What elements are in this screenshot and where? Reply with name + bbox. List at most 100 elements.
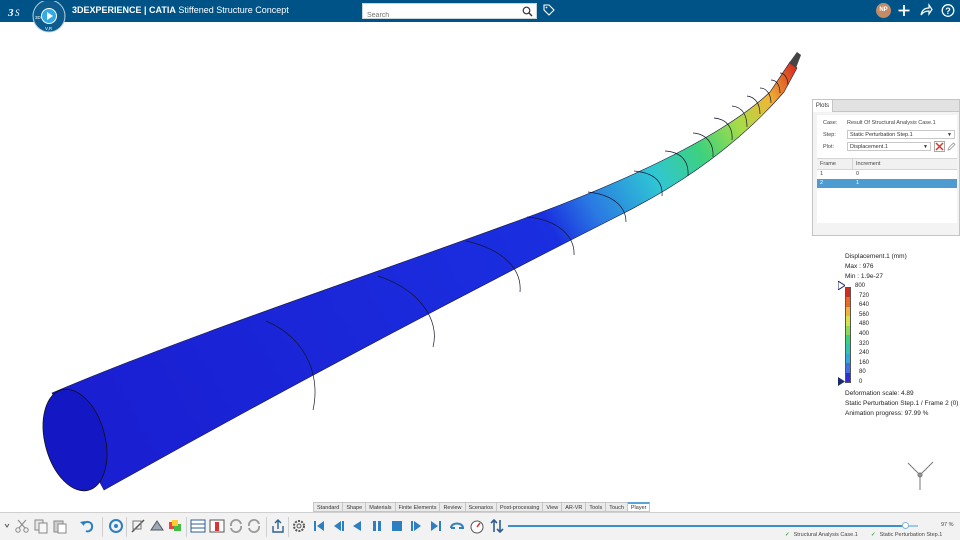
scale-min-marker-icon[interactable] xyxy=(838,377,845,386)
deformation-scale: Deformation scale: 4.89 xyxy=(845,390,914,397)
speed-gauge-icon[interactable] xyxy=(469,518,485,534)
action-tab-post-processing[interactable]: Post-processing xyxy=(496,502,544,512)
warning-report-icon[interactable] xyxy=(209,518,225,534)
color-scale-band xyxy=(846,334,850,345)
animation-progress-slider[interactable] xyxy=(508,522,918,529)
column-header-increment[interactable]: Increment xyxy=(853,159,957,169)
deformed-beam[interactable] xyxy=(33,52,801,498)
color-scale-tick-label: 560 xyxy=(859,311,870,318)
increment-cell: 0 xyxy=(856,171,860,177)
color-scale-tick-label: 400 xyxy=(859,331,870,337)
color-scale-tick-label: 240 xyxy=(859,350,870,357)
tag-icon[interactable] xyxy=(543,4,555,17)
measure-icon[interactable] xyxy=(130,518,146,534)
loop-icon[interactable] xyxy=(449,518,465,534)
color-scale-tick-label: 800 xyxy=(855,283,866,289)
case-value: Result Of Structural Analysis Case.1 xyxy=(847,120,936,126)
animation-progress: Animation progress: 97.99 % xyxy=(845,410,929,417)
export-icon[interactable] xyxy=(270,518,286,534)
case-label: Case: xyxy=(823,120,838,126)
settings-gear-icon[interactable] xyxy=(291,518,307,534)
status-case-label: Structural Analysis Case.1 xyxy=(793,532,858,538)
user-avatar[interactable]: NP xyxy=(876,3,891,18)
previous-frame-icon[interactable] xyxy=(330,518,346,534)
paste-icon[interactable] xyxy=(52,518,68,534)
action-tab-player[interactable]: Player xyxy=(627,502,651,512)
stop-icon[interactable] xyxy=(389,518,405,534)
color-scale-tick-label: 0 xyxy=(859,379,863,385)
app-title: 3DEXPERIENCE | CATIA Stiffened Structure… xyxy=(72,5,289,15)
chevron-down-icon[interactable] xyxy=(4,518,10,534)
cut-icon[interactable] xyxy=(14,518,30,534)
step-select-value: Static Perturbation Step.1 xyxy=(850,132,913,138)
frames-table: Frame Increment 1 0 2 1 xyxy=(817,158,957,188)
next-frame-icon[interactable] xyxy=(409,518,425,534)
copy-icon[interactable] xyxy=(33,518,49,534)
plot-options-icon[interactable] xyxy=(934,141,945,152)
color-scale-tick-label: 320 xyxy=(859,340,870,347)
action-tab-view[interactable]: View xyxy=(543,502,563,512)
plot-label: Plot: xyxy=(823,144,835,150)
legend-min: Min : 1.9e-27 xyxy=(845,273,883,280)
top-bar: 3 S 3DEXPERIENCE | CATIA Stiffened Struc… xyxy=(0,0,960,23)
action-tab-touch[interactable]: Touch xyxy=(606,502,628,512)
search-input[interactable] xyxy=(363,8,513,23)
action-bar: 97 % ✓ Structural Analysis Case.1 ✓ Static… xyxy=(0,512,960,540)
table-row-selected[interactable]: 2 1 xyxy=(817,179,957,188)
app-title-rest: Stiffened Structure Concept xyxy=(178,5,289,15)
color-scale-bar[interactable] xyxy=(845,287,851,383)
color-scale-band xyxy=(846,344,850,354)
status-item-case[interactable]: ✓ Structural Analysis Case.1 xyxy=(785,532,858,538)
table-row[interactable]: 1 0 xyxy=(817,170,957,179)
chevron-down-icon: ▼ xyxy=(947,132,952,138)
plus-icon[interactable] xyxy=(897,3,911,18)
share-icon[interactable] xyxy=(919,3,933,18)
color-scale-band xyxy=(846,316,850,326)
first-frame-icon[interactable] xyxy=(311,518,327,534)
color-scale-tick-label: 160 xyxy=(859,359,870,366)
3d-viewport[interactable] xyxy=(0,22,960,500)
3ds-logo-icon[interactable]: 3 S xyxy=(7,4,25,18)
color-scale-band xyxy=(846,353,850,364)
last-frame-icon[interactable] xyxy=(428,518,444,534)
undo-icon[interactable] xyxy=(79,518,95,534)
app-title-prefix: 3DEXPERIENCE | CATIA xyxy=(72,5,176,15)
animation-progress-thumb[interactable] xyxy=(901,522,909,529)
action-tab-shape[interactable]: Shape xyxy=(343,502,367,512)
play-reverse-icon[interactable] xyxy=(349,518,365,534)
color-scale-tick-label: 80 xyxy=(859,369,866,376)
step-frame-info: Static Perturbation Step.1 / Frame 2 (0) xyxy=(845,400,959,407)
action-tab-materials[interactable]: Materials xyxy=(366,502,396,512)
sort-arrows-icon[interactable] xyxy=(489,518,505,534)
plots-panel-body: Case: Result Of Structural Analysis Case… xyxy=(817,115,957,223)
search-box[interactable] xyxy=(362,3,537,23)
action-tab-scenarios[interactable]: Scenarios xyxy=(465,502,497,512)
action-tab-finite-elements[interactable]: Finite Elements xyxy=(395,502,441,512)
pause-icon[interactable] xyxy=(369,518,385,534)
table-icon[interactable] xyxy=(190,518,206,534)
column-header-frame[interactable]: Frame xyxy=(817,159,853,169)
status-item-step[interactable]: ✓ Static Perturbation Step.1 xyxy=(871,532,942,538)
material-icon[interactable] xyxy=(167,518,183,534)
refresh-icon[interactable] xyxy=(246,518,262,534)
edit-pencil-icon[interactable] xyxy=(947,142,956,151)
scale-max-marker-icon[interactable] xyxy=(838,281,845,290)
sync-icon[interactable] xyxy=(228,518,244,534)
user-initials: NP xyxy=(879,7,888,13)
action-tab-tools[interactable]: Tools xyxy=(586,502,607,512)
frame-cell: 2 xyxy=(820,180,824,186)
action-tab-review[interactable]: Review xyxy=(440,502,466,512)
action-tab-ar-vr[interactable]: AR-VR xyxy=(562,502,587,512)
color-scale-band xyxy=(846,363,850,373)
legend-title: Displacement.1 (mm) xyxy=(845,253,907,260)
step-select[interactable]: Static Perturbation Step.1 ▼ xyxy=(847,130,955,139)
update-icon[interactable] xyxy=(108,518,124,534)
search-icon[interactable] xyxy=(522,6,533,17)
plot-select[interactable]: Displacement.1 ▼ xyxy=(847,142,931,151)
analysis-icon[interactable] xyxy=(149,518,165,534)
axis-triad[interactable] xyxy=(907,461,934,490)
animation-progress-fill xyxy=(508,525,906,527)
action-tab-standard[interactable]: Standard xyxy=(313,502,344,512)
plots-tab[interactable]: Plots xyxy=(813,100,833,112)
help-icon[interactable]: ? xyxy=(941,3,955,18)
